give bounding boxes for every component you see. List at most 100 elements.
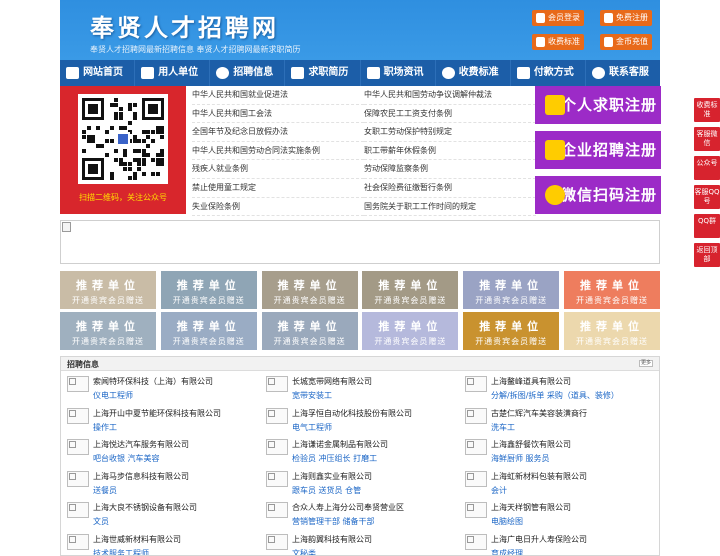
company-logo-image[interactable] <box>465 408 487 424</box>
company-logo-image[interactable] <box>67 471 89 487</box>
company-logo-image[interactable] <box>465 502 487 518</box>
company-name-link[interactable]: 上海悦达汽车服务有限公司 <box>93 439 260 450</box>
law-link[interactable]: 残疾人就业条例 <box>192 160 364 179</box>
company-logo-image[interactable] <box>266 534 288 550</box>
position-links[interactable]: 操作工 <box>93 422 260 433</box>
nav-news[interactable]: 职场资讯 <box>361 60 436 86</box>
sidebar-button[interactable]: 客服微信 <box>694 127 720 151</box>
law-link[interactable]: 社会保险费征缴暂行条例 <box>364 179 536 198</box>
company-name-link[interactable]: 上海韵翼科技有限公司 <box>292 534 459 545</box>
position-links[interactable]: 跟车员 送货员 仓管 <box>292 485 459 496</box>
nav-service[interactable]: 联系客服 <box>586 60 660 86</box>
company-logo-image[interactable] <box>67 439 89 455</box>
company-name-link[interactable]: 上海开山中夏节能环保科技有限公司 <box>93 408 260 419</box>
position-links[interactable]: 文秘类 <box>292 548 459 556</box>
law-link[interactable]: 中华人民共和国劳动争议调解仲裁法 <box>364 86 536 105</box>
company-name-link[interactable]: 索闻特环保科技（上海）有限公司 <box>93 376 260 387</box>
company-name-link[interactable]: 上海广电日升人寿保险公司 <box>491 534 658 545</box>
company-logo-image[interactable] <box>67 534 89 550</box>
law-link[interactable]: 女职工劳动保护特别规定 <box>364 123 536 142</box>
company-name-link[interactable]: 上海大良不锈钢设备有限公司 <box>93 502 260 513</box>
nav-employers[interactable]: 用人单位 <box>135 60 210 86</box>
company-name-link[interactable]: 上海鑫舒餐饮有限公司 <box>491 439 658 450</box>
company-logo-image[interactable] <box>465 471 487 487</box>
company-name-link[interactable]: 上海世威新材料有限公司 <box>93 534 260 545</box>
fee-standard-button[interactable]: 收费标准 <box>532 34 584 50</box>
law-link[interactable]: 职工带薪年休假条例 <box>364 142 536 161</box>
company-name-link[interactable]: 上海则鑫实业有限公司 <box>292 471 459 482</box>
position-links[interactable]: 会计 <box>491 485 658 496</box>
company-name-link[interactable]: 上海马步信息科技有限公司 <box>93 471 260 482</box>
coin-recharge-button[interactable]: 金币充值 <box>600 34 652 50</box>
position-links[interactable]: 仪电工程师 <box>93 390 260 401</box>
position-links[interactable]: 吧台收银 汽车美容 <box>93 453 260 464</box>
position-links[interactable]: 分解/拆图/拆单 采购（道具、装修） <box>491 390 658 401</box>
nav-fees[interactable]: 收费标准 <box>436 60 511 86</box>
recommended-employer-slot[interactable]: 推荐单位开通贵宾会员赠送 <box>262 312 358 350</box>
position-links[interactable]: 检验员 冲压组长 打磨工 <box>292 453 459 464</box>
recommended-employer-slot[interactable]: 推荐单位开通贵宾会员赠送 <box>60 271 156 309</box>
law-link[interactable]: 保障农民工工资支付条例 <box>364 105 536 124</box>
more-link[interactable]: 更多 <box>639 360 653 367</box>
ad-banner[interactable] <box>60 220 660 264</box>
recommended-employer-slot[interactable]: 推荐单位开通贵宾会员赠送 <box>362 271 458 309</box>
wechat-register-button[interactable]: 微信扫码注册 <box>535 176 661 214</box>
position-links[interactable]: 文员 <box>93 516 260 527</box>
company-name-link[interactable]: 古楚仁辉汽车美容装潢商行 <box>491 408 658 419</box>
company-logo-image[interactable] <box>67 502 89 518</box>
position-links[interactable]: 洗车工 <box>491 422 658 433</box>
law-link[interactable]: 失业保险条例 <box>192 198 364 217</box>
position-links[interactable]: 电气工程师 <box>292 422 459 433</box>
sidebar-button[interactable]: 收费标准 <box>694 98 720 122</box>
company-logo-image[interactable] <box>266 439 288 455</box>
position-links[interactable]: 营销管理干部 储备干部 <box>292 516 459 527</box>
member-login-button[interactable]: 会员登录 <box>532 10 584 26</box>
position-links[interactable]: 宽带安装工 <box>292 390 459 401</box>
law-link[interactable]: 中华人民共和国工会法 <box>192 105 364 124</box>
nav-jobs[interactable]: 招聘信息 <box>210 60 285 86</box>
company-name-link[interactable]: 上海鳌峰道具有限公司 <box>491 376 658 387</box>
company-name-link[interactable]: 上海虹新材料包装有限公司 <box>491 471 658 482</box>
law-link[interactable]: 中华人民共和国劳动合同法实施条例 <box>192 142 364 161</box>
position-links[interactable]: 育成经理 <box>491 548 658 556</box>
law-link[interactable]: 禁止使用童工规定 <box>192 179 364 198</box>
law-link[interactable]: 中华人民共和国就业促进法 <box>192 86 364 105</box>
company-logo-image[interactable] <box>67 376 89 392</box>
recommended-employer-slot[interactable]: 推荐单位开通贵宾会员赠送 <box>60 312 156 350</box>
sidebar-button[interactable]: 返回顶部 <box>694 243 720 267</box>
company-name-link[interactable]: 上海孚恒自动化科技股份有限公司 <box>292 408 459 419</box>
nav-resumes[interactable]: 求职简历 <box>285 60 360 86</box>
company-logo-image[interactable] <box>67 408 89 424</box>
company-name-link[interactable]: 上海天样钢管有限公司 <box>491 502 658 513</box>
recommended-employer-slot[interactable]: 推荐单位开通贵宾会员赠送 <box>564 312 660 350</box>
company-logo-image[interactable] <box>465 439 487 455</box>
company-name-link[interactable]: 合众人寿上海分公司奉贤营业区 <box>292 502 459 513</box>
position-links[interactable]: 电脑绘图 <box>491 516 658 527</box>
position-links[interactable]: 送餐员 <box>93 485 260 496</box>
law-link[interactable]: 劳动保障监察条例 <box>364 160 536 179</box>
sidebar-button[interactable]: 公众号 <box>694 156 720 180</box>
company-logo-image[interactable] <box>465 534 487 550</box>
company-name-link[interactable]: 长城宽带网络有限公司 <box>292 376 459 387</box>
company-logo-image[interactable] <box>266 471 288 487</box>
recommended-employer-slot[interactable]: 推荐单位开通贵宾会员赠送 <box>161 271 257 309</box>
recommended-employer-slot[interactable]: 推荐单位开通贵宾会员赠送 <box>564 271 660 309</box>
free-register-button[interactable]: 免费注册 <box>600 10 652 26</box>
company-logo-image[interactable] <box>465 376 487 392</box>
company-name-link[interactable]: 上海谦诺金属制品有限公司 <box>292 439 459 450</box>
position-links[interactable]: 技术服务工程师 <box>93 548 260 556</box>
employer-register-button[interactable]: 企业招聘注册 <box>535 131 661 169</box>
sidebar-button[interactable]: QQ群 <box>694 214 720 238</box>
law-link[interactable]: 全国年节及纪念日放假办法 <box>192 123 364 142</box>
sidebar-button[interactable]: 客服QQ号 <box>694 185 720 209</box>
company-logo-image[interactable] <box>266 376 288 392</box>
recommended-employer-slot[interactable]: 推荐单位开通贵宾会员赠送 <box>161 312 257 350</box>
recommended-employer-slot[interactable]: 推荐单位开通贵宾会员赠送 <box>463 271 559 309</box>
company-logo-image[interactable] <box>266 408 288 424</box>
jobseeker-register-button[interactable]: 个人求职注册 <box>535 86 661 124</box>
nav-home[interactable]: 网站首页 <box>60 60 135 86</box>
position-links[interactable]: 海鲜厨师 服务员 <box>491 453 658 464</box>
recommended-employer-slot[interactable]: 推荐单位开通贵宾会员赠送 <box>262 271 358 309</box>
site-title[interactable]: 奉贤人才招聘网 <box>90 8 279 43</box>
company-logo-image[interactable] <box>266 502 288 518</box>
